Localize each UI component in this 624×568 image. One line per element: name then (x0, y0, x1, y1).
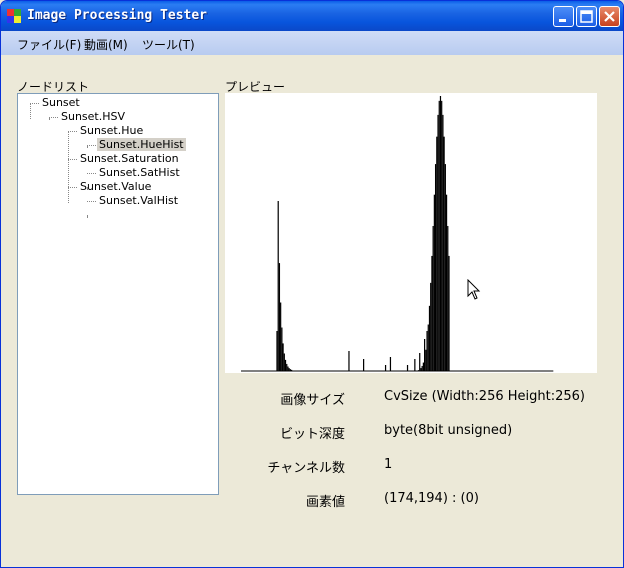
info-value: 1 (384, 457, 393, 472)
histogram-bar (286, 363, 288, 371)
histogram-bar (281, 327, 283, 371)
histogram-bar (277, 201, 279, 371)
app-window: Image Processing Tester ファイル(F) 動画(M) ツー… (0, 0, 624, 568)
tree-connector (87, 145, 88, 147)
maximize-icon (580, 10, 593, 23)
tree-node[interactable]: Sunset.HSV (59, 110, 127, 123)
tree-connector (30, 103, 31, 119)
tree-connector (87, 201, 96, 202)
tree-connector (68, 159, 77, 160)
histogram-bar (445, 194, 448, 371)
histogram-bar (414, 359, 416, 371)
histogram-bar (444, 164, 446, 371)
histogram-bar (283, 353, 285, 371)
node-tree[interactable]: Sunset Sunset.HSV Sunset.Hue Sunset.HueHist… (17, 93, 219, 495)
histogram-bar (427, 324, 429, 371)
histogram-bar (363, 359, 365, 371)
histogram-bar (278, 263, 281, 371)
tree-connector (68, 131, 69, 203)
preview-area[interactable] (225, 93, 597, 373)
info-value: (174,194) : (0) (384, 491, 479, 506)
close-icon (604, 11, 615, 22)
tree-connector (87, 145, 96, 146)
tree-node[interactable]: Sunset.ValHist (97, 194, 180, 207)
menu-bar: ファイル(F) 動画(M) ツール(T) (1, 31, 623, 55)
histogram-bar (443, 136, 445, 371)
tree-node[interactable]: Sunset.HueHist (97, 138, 186, 151)
tree-connector (68, 131, 77, 132)
histogram-bar (432, 225, 434, 371)
menu-file[interactable]: ファイル(F) (17, 36, 81, 53)
histogram-bar (287, 366, 289, 371)
menu-movie[interactable]: 動画(M) (84, 36, 128, 53)
tree-connector (87, 215, 88, 217)
histogram-bar (280, 302, 282, 371)
histogram-bar (284, 359, 287, 371)
histogram-bar (276, 331, 278, 371)
histogram-bar (437, 114, 439, 371)
tree-node[interactable]: Sunset.Saturation (78, 152, 181, 165)
tree-connector (68, 187, 77, 188)
tree-connector (87, 173, 96, 174)
histogram-bar (442, 114, 444, 371)
histogram-bar (431, 255, 433, 371)
tree-connector (49, 117, 50, 119)
histogram-bar (434, 164, 437, 371)
menu-tools[interactable]: ツール(T) (142, 36, 195, 53)
info-value: byte(8bit unsigned) (384, 423, 513, 438)
histogram-bar (430, 282, 432, 371)
histogram-bar (426, 331, 428, 371)
histogram-bar (436, 136, 438, 371)
tree-node[interactable]: Sunset.SatHist (97, 166, 182, 179)
tree-node[interactable]: Sunset.Hue (78, 124, 145, 137)
histogram-bar (421, 365, 423, 371)
histogram-bar (439, 96, 442, 371)
histogram-bar (406, 365, 409, 371)
cursor-icon (467, 279, 481, 300)
info-label: 画像サイズ (280, 393, 345, 408)
histogram-bar (422, 362, 424, 371)
histogram-bar (433, 194, 435, 371)
histogram-bar (438, 100, 440, 371)
minimize-button[interactable] (553, 6, 574, 27)
histogram-bar (384, 365, 387, 371)
info-value: CvSize (Width:256 Height:256) (384, 389, 585, 404)
tree-connector (30, 103, 39, 104)
histogram-bar (441, 100, 443, 371)
histogram-bar (389, 357, 392, 371)
histogram-chart (241, 96, 554, 372)
histogram-bar (448, 255, 450, 371)
minimize-icon (559, 19, 566, 22)
histogram-bar (419, 353, 421, 371)
app-icon (7, 9, 21, 23)
info-label: チャンネル数 (267, 461, 345, 476)
tree-node[interactable]: Sunset (40, 96, 82, 109)
window-title: Image Processing Tester (27, 8, 208, 23)
maximize-button[interactable] (576, 6, 597, 27)
histogram-bar (425, 349, 427, 371)
info-label: ビット深度 (279, 427, 345, 442)
histogram-bar (447, 225, 449, 371)
histogram-bar (348, 351, 350, 371)
histogram-bar (428, 305, 431, 371)
histogram-bar (424, 339, 426, 371)
tree-connector (87, 187, 88, 189)
title-bar[interactable]: Image Processing Tester (1, 1, 623, 31)
close-button[interactable] (599, 6, 620, 27)
histogram-bar (282, 343, 284, 371)
tree-node[interactable]: Sunset.Value (78, 180, 153, 193)
tree-connector (49, 117, 58, 118)
info-label: 画素値 (305, 495, 345, 510)
